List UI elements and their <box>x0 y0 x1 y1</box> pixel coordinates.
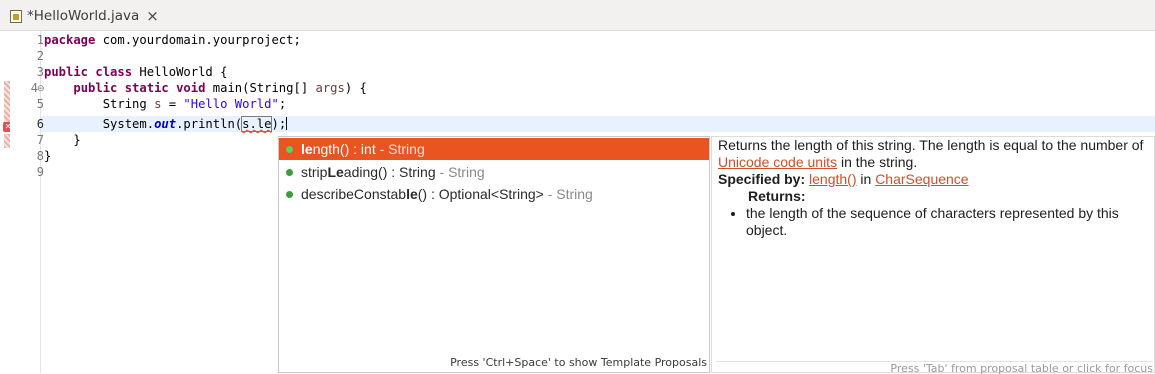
line-number-gutter: 1 2 3 4 ⊖ 5 6 7 8 9 <box>10 31 45 373</box>
line-number: 4 <box>30 81 38 95</box>
code-text: HelloWorld { <box>132 65 228 79</box>
proposal-match: Le <box>327 164 344 180</box>
length-method-link[interactable]: length() <box>809 171 856 187</box>
editor-tab-bar: *HelloWorld.java × <box>0 0 1155 31</box>
line-number: 1 <box>36 33 44 47</box>
code-text: = <box>161 97 184 111</box>
proposal-signature: ading() : String <box>343 164 436 180</box>
public-method-icon <box>286 168 293 176</box>
java-file-icon <box>10 9 22 23</box>
proposal-type: - String <box>435 164 485 180</box>
text-caret <box>286 117 288 130</box>
code-text: ); <box>271 117 287 131</box>
tab-title: *HelloWorld.java <box>27 8 140 24</box>
completion-target-highlight: s.le <box>241 116 273 132</box>
proposal-signature: () : Optional<String> <box>417 186 544 202</box>
line-number: 7 <box>36 133 44 147</box>
doc-description: Returns the length of this string. The l… <box>718 137 1148 171</box>
code-text: } <box>44 133 81 147</box>
proposal-item-stripleading[interactable]: stripLeading() : String - String <box>279 161 709 183</box>
proposal-match: le <box>406 186 418 202</box>
proposal-prefix: describeConstab <box>301 186 407 202</box>
doc-text: Returns the length of this string. The l… <box>718 137 1144 153</box>
code-line-4[interactable]: public static void main(String[] args) { <box>44 80 367 96</box>
tab-helloworld-java[interactable]: *HelloWorld.java × <box>4 2 165 30</box>
code-line-3[interactable]: public class HelloWorld { <box>44 64 227 80</box>
static-field: out <box>154 117 177 131</box>
doc-specified-by: Specified by: length() in CharSequence <box>718 171 1148 188</box>
code-text: com.yourdomain.yourproject; <box>95 33 301 47</box>
template-proposals-hint: Press 'Ctrl+Space' to show Template Prop… <box>450 356 707 369</box>
code-line-8[interactable]: } <box>44 148 51 164</box>
line-number: 6 <box>36 117 44 131</box>
proposal-item-describeconstable[interactable]: describeConstable() : Optional<String> -… <box>279 183 709 205</box>
code-line-5[interactable]: String s = "Hello World"; <box>44 96 286 112</box>
javadoc-hover-popup[interactable]: Returns the length of this string. The l… <box>711 136 1155 373</box>
specified-by-label: Specified by: <box>718 171 806 187</box>
line-number: 9 <box>36 165 44 179</box>
line-number: 5 <box>36 97 44 111</box>
proposal-prefix: strip <box>301 164 328 180</box>
returns-item: the length of the sequence of characters… <box>746 205 1148 239</box>
public-method-icon <box>286 190 293 198</box>
proposal-item-length[interactable]: length() : int - String <box>279 138 709 160</box>
code-text: .println( <box>176 117 243 131</box>
returns-label: Returns: <box>748 188 806 204</box>
keyword: public class <box>44 65 133 79</box>
code-line-6[interactable]: System.out.println(s.le); <box>44 116 288 132</box>
code-text: System. <box>44 117 155 131</box>
code-line-7[interactable]: } <box>44 132 81 148</box>
returns-list: the length of the sequence of characters… <box>718 205 1148 239</box>
proposal-type: - String <box>375 141 425 157</box>
code-text: ) { <box>344 81 367 95</box>
code-text: } <box>44 149 52 163</box>
line-number: 2 <box>36 49 44 63</box>
charsequence-link[interactable]: CharSequence <box>875 171 968 187</box>
doc-text: in the string. <box>837 154 918 170</box>
code-line-1[interactable]: package com.yourdomain.yourproject; <box>44 32 301 48</box>
code-text: ; <box>278 97 287 111</box>
close-icon[interactable]: × <box>146 7 159 25</box>
proposal-signature: ngth() : int <box>312 141 376 157</box>
parameter-name: args <box>315 81 345 95</box>
proposal-type: - String <box>543 186 593 202</box>
doc-text: in <box>856 171 876 187</box>
overview-ruler: ✕ <box>0 31 13 373</box>
code-text: String <box>44 97 155 111</box>
public-method-icon <box>286 145 293 153</box>
line-number: 3 <box>36 65 44 79</box>
keyword: public static void <box>73 81 206 95</box>
code-text: main(String[] <box>205 81 316 95</box>
doc-focus-hint: Press 'Tab' from proposal table or click… <box>716 361 1153 374</box>
unicode-code-units-link[interactable]: Unicode code units <box>718 154 837 170</box>
content-assist-popup: length() : int - String stripLeading() :… <box>278 136 710 373</box>
string-literal: "Hello World" <box>183 97 279 111</box>
proposal-match: le <box>301 141 313 157</box>
keyword: package <box>44 33 96 47</box>
line-number: 8 <box>36 149 44 163</box>
